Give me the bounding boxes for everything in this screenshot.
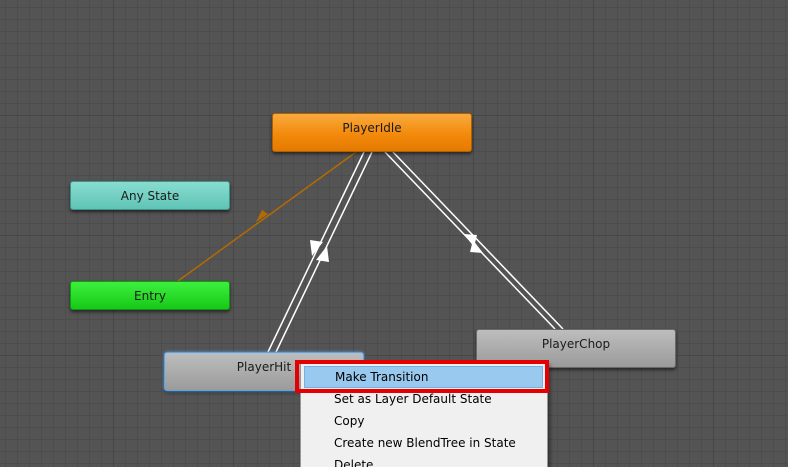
state-node-any-state[interactable]: Any State	[70, 181, 230, 210]
chop-to-idle-transition	[392, 151, 564, 330]
state-node-player-idle[interactable]: PlayerIdle	[272, 113, 472, 152]
state-label-player-hit: PlayerHit	[236, 359, 292, 374]
state-label-any-state: Any State	[120, 188, 180, 203]
state-label-player-chop: PlayerChop	[541, 336, 611, 351]
animator-graph-canvas[interactable]: PlayerIdle Any State Entry PlayerHit Pla…	[0, 0, 788, 467]
menu-item-set-layer-default-state[interactable]: Set as Layer Default State	[301, 388, 547, 410]
state-node-entry[interactable]: Entry	[70, 281, 230, 310]
entry-to-idle-transition	[177, 151, 357, 282]
menu-item-copy[interactable]: Copy	[301, 410, 547, 432]
menu-item-make-transition[interactable]: Make Transition	[304, 366, 543, 388]
state-label-player-idle: PlayerIdle	[342, 120, 402, 135]
context-menu: Make Transition Set as Layer Default Sta…	[300, 362, 548, 467]
menu-item-create-blendtree[interactable]: Create new BlendTree in State	[301, 432, 547, 454]
state-label-entry: Entry	[134, 288, 166, 303]
menu-item-delete[interactable]: Delete	[301, 454, 547, 467]
idle-to-hit-transition	[267, 151, 365, 353]
